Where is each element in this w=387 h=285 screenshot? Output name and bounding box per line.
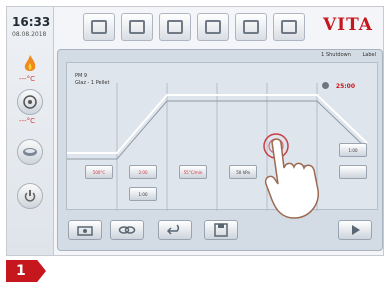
- start-temp-button[interactable]: 500°C: [85, 165, 113, 179]
- pointing-hand-icon: [263, 133, 319, 219]
- vita-logo: VITA: [322, 15, 373, 35]
- help-icon: [281, 20, 297, 34]
- heat-rate-button[interactable]: 55°C/min: [179, 165, 207, 179]
- chamber-icon[interactable]: [17, 139, 43, 165]
- help-tab[interactable]: [273, 13, 305, 41]
- calibration-icon: [205, 20, 221, 34]
- label-info: Label: [362, 52, 377, 58]
- link-button[interactable]: [110, 220, 144, 240]
- camera-button[interactable]: [68, 220, 102, 240]
- step-number-badge: 1: [6, 260, 46, 282]
- program-icon: [91, 20, 107, 34]
- hold-time-button[interactable]: 1:00: [339, 143, 367, 157]
- media-icon: [243, 20, 259, 34]
- program-tab[interactable]: [83, 13, 115, 41]
- play-icon: [352, 225, 360, 235]
- settings-icon: [167, 20, 183, 34]
- vacuum-time-button[interactable]: 1:00: [129, 187, 157, 201]
- save-button[interactable]: [204, 220, 238, 240]
- info-bar: 1 Shutdown Label: [311, 52, 376, 58]
- sidebar: 16:33 08.08.2018 ---°C ---°C: [7, 7, 54, 255]
- sidebar-temp-label-2: ---°C: [19, 117, 35, 125]
- settings-tab[interactable]: [159, 13, 191, 41]
- curve-svg: [67, 83, 368, 211]
- undo-button[interactable]: [158, 220, 192, 240]
- program-list-tab[interactable]: [121, 13, 153, 41]
- vacuum-level-button[interactable]: 50 hPa: [229, 165, 257, 179]
- predry-time-button[interactable]: 2:00: [129, 165, 157, 179]
- power-icon[interactable]: [17, 183, 43, 209]
- start-button[interactable]: [338, 220, 372, 240]
- camera-icon: [77, 226, 93, 236]
- link-icon: [118, 226, 136, 234]
- calibration-tab[interactable]: [197, 13, 229, 41]
- save-icon: [214, 223, 228, 237]
- clock-time: 16:33: [12, 15, 51, 29]
- undo-icon: [167, 224, 180, 235]
- top-toolbar: VITA: [53, 7, 383, 45]
- shutdown-info: 1 Shutdown: [321, 52, 351, 58]
- media-tab[interactable]: [235, 13, 267, 41]
- program-panel: 1 Shutdown Label PM 9 Glaz - 1 Pellet 25…: [57, 49, 383, 251]
- vacuum-gauge-icon[interactable]: [17, 89, 43, 115]
- furnace-screen: 16:33 08.08.2018 ---°C ---°C VITA 1 Shut…: [6, 6, 384, 256]
- clock-date: 08.08.2018: [12, 31, 47, 38]
- sidebar-temp-label-1: ---°C: [19, 75, 35, 83]
- program-list-icon: [129, 20, 145, 34]
- cooling-button[interactable]: [339, 165, 367, 179]
- flame-icon[interactable]: [17, 51, 43, 77]
